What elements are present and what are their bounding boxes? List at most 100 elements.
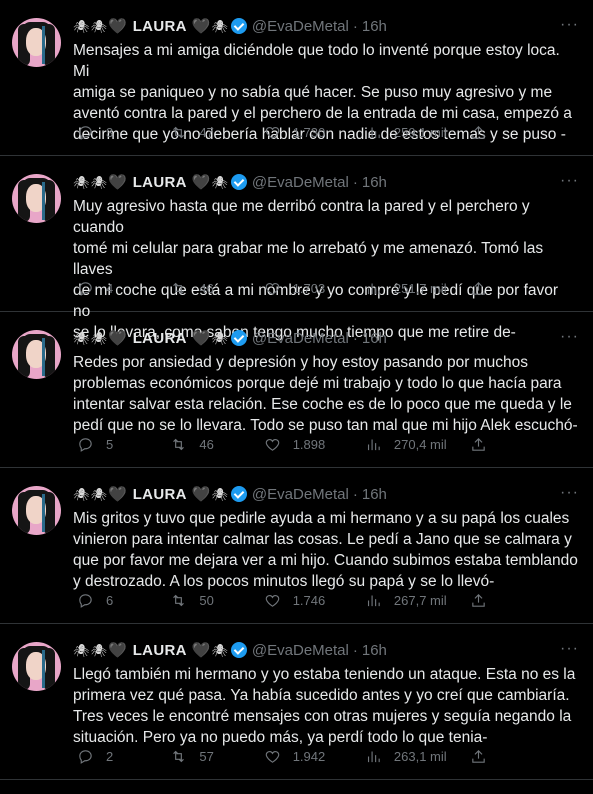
- like-count: 1.898: [292, 437, 326, 452]
- separator-dot: ·: [352, 329, 358, 347]
- tweet-text: Llegó también mi hermano y yo estaba ten…: [73, 666, 576, 746]
- views-chart-icon: [367, 595, 380, 607]
- heart-icon: [265, 282, 279, 295]
- share-button[interactable]: [470, 436, 487, 453]
- tweet[interactable]: 🕷 🕷 🖤 LAURA 🖤 🕷 @EvaDeMetal · 16h ··· Re…: [0, 312, 593, 468]
- tweet-text: Redes por ansiedad y depresión y hoy est…: [73, 354, 578, 434]
- timestamp[interactable]: 16h: [362, 330, 387, 347]
- retweet-count: 50: [199, 593, 214, 608]
- user-handle[interactable]: @EvaDeMetal: [252, 174, 349, 191]
- like-count: 1.942: [292, 749, 326, 764]
- share-button[interactable]: [470, 748, 487, 765]
- views-chart-icon: [367, 751, 380, 763]
- tweet-header: 🕷 🕷 🖤 LAURA 🖤 🕷 @EvaDeMetal · 16h ···: [73, 328, 579, 348]
- view-count: 263,1 mil: [393, 749, 447, 764]
- heart-icon: [265, 750, 279, 763]
- reply-button[interactable]: 3: [77, 124, 170, 141]
- black-heart-icon: 🖤: [108, 173, 127, 191]
- share-button[interactable]: [470, 280, 487, 297]
- user-handle[interactable]: @EvaDeMetal: [252, 18, 349, 35]
- reply-icon: [79, 126, 92, 140]
- black-heart-icon: 🖤: [191, 485, 211, 503]
- verified-badge-icon: [230, 642, 247, 658]
- more-options-icon[interactable]: ···: [560, 484, 579, 502]
- heart-icon: [265, 594, 279, 607]
- avatar[interactable]: [12, 18, 61, 67]
- tweet-header: 🕷 🕷 🖤 LAURA 🖤 🕷 @EvaDeMetal · 16h ···: [73, 16, 579, 36]
- more-options-icon[interactable]: ···: [560, 640, 579, 658]
- black-heart-icon: 🖤: [191, 641, 211, 659]
- spider-icon: 🕷: [211, 486, 228, 502]
- more-options-icon[interactable]: ···: [560, 172, 579, 190]
- views-button[interactable]: 270,4 mil: [365, 436, 470, 453]
- user-handle[interactable]: @EvaDeMetal: [252, 486, 349, 503]
- display-name[interactable]: LAURA: [133, 330, 187, 347]
- heart-icon: [265, 126, 279, 139]
- reply-count: 4: [106, 281, 114, 296]
- spider-icon: 🕷: [211, 18, 228, 34]
- tweet-content: 🕷 🕷 🖤 LAURA 🖤 🕷 @EvaDeMetal · 16h ··· Ll…: [73, 640, 579, 748]
- views-chart-icon: [367, 439, 380, 451]
- user-handle[interactable]: @EvaDeMetal: [252, 642, 349, 659]
- view-count: 251,7 mil: [393, 281, 447, 296]
- views-button[interactable]: 259,1 mil: [365, 124, 470, 141]
- reply-button[interactable]: 5: [77, 436, 170, 453]
- retweet-button[interactable]: 46: [170, 280, 263, 297]
- reply-button[interactable]: 4: [77, 280, 170, 297]
- tweet-content: 🕷 🕷 🖤 LAURA 🖤 🕷 @EvaDeMetal · 16h ··· Re…: [73, 328, 579, 436]
- black-heart-icon: 🖤: [191, 17, 211, 35]
- display-name[interactable]: LAURA: [133, 18, 187, 35]
- share-icon: [472, 750, 485, 763]
- avatar[interactable]: [12, 642, 61, 691]
- views-button[interactable]: 251,7 mil: [365, 280, 470, 297]
- separator-dot: ·: [352, 641, 358, 659]
- retweet-button[interactable]: 50: [170, 592, 263, 609]
- display-name[interactable]: LAURA: [133, 642, 187, 659]
- views-chart-icon: [367, 127, 380, 139]
- timestamp[interactable]: 16h: [362, 486, 387, 503]
- tweet[interactable]: 🕷 🕷 🖤 LAURA 🖤 🕷 @EvaDeMetal · 16h ··· Ll…: [0, 624, 593, 780]
- tweet-actions: 4 46 1.703 251,7 mil: [77, 280, 487, 297]
- spider-icon: 🕷: [90, 18, 108, 34]
- timestamp[interactable]: 16h: [362, 174, 387, 191]
- views-button[interactable]: 267,7 mil: [365, 592, 470, 609]
- retweet-button[interactable]: 47: [170, 124, 263, 141]
- spider-icon: 🕷: [73, 18, 90, 34]
- more-options-icon[interactable]: ···: [560, 16, 579, 34]
- reply-icon: [79, 282, 92, 296]
- display-name[interactable]: LAURA: [133, 174, 187, 191]
- retweet-button[interactable]: 46: [170, 436, 263, 453]
- like-button[interactable]: 1.746: [264, 592, 365, 609]
- reply-button[interactable]: 2: [77, 748, 170, 765]
- like-button[interactable]: 1.730: [264, 124, 365, 141]
- reply-button[interactable]: 6: [77, 592, 170, 609]
- avatar[interactable]: [12, 486, 61, 535]
- views-button[interactable]: 263,1 mil: [365, 748, 470, 765]
- reply-icon: [79, 438, 92, 452]
- display-name[interactable]: LAURA: [133, 486, 187, 503]
- user-handle[interactable]: @EvaDeMetal: [252, 330, 349, 347]
- retweet-button[interactable]: 57: [170, 748, 263, 765]
- tweet[interactable]: 🕷 🕷 🖤 LAURA 🖤 🕷 @EvaDeMetal · 16h ··· Mi…: [0, 468, 593, 624]
- like-button[interactable]: 1.942: [264, 748, 365, 765]
- spider-icon: 🕷: [73, 174, 90, 190]
- tweet[interactable]: 🕷 🕷 🖤 LAURA 🖤 🕷 @EvaDeMetal · 16h ··· Mu…: [0, 156, 593, 341]
- timeline: 🕷 🕷 🖤 LAURA 🖤 🕷 @EvaDeMetal · 16h ··· Me…: [0, 0, 593, 780]
- tweet-actions: 2 57 1.942 263,1 mil: [77, 748, 487, 765]
- tweet-header: 🕷 🕷 🖤 LAURA 🖤 🕷 @EvaDeMetal · 16h ···: [73, 640, 579, 660]
- timestamp[interactable]: 16h: [362, 642, 387, 659]
- timestamp[interactable]: 16h: [362, 18, 387, 35]
- like-button[interactable]: 1.703: [264, 280, 365, 297]
- verified-badge-icon: [230, 18, 247, 34]
- share-button[interactable]: [470, 592, 487, 609]
- avatar[interactable]: [12, 174, 61, 223]
- spider-icon: 🕷: [90, 486, 108, 502]
- avatar[interactable]: [12, 330, 61, 379]
- retweet-count: 57: [199, 749, 214, 764]
- like-button[interactable]: 1.898: [264, 436, 365, 453]
- reply-icon: [79, 750, 92, 764]
- tweet[interactable]: 🕷 🕷 🖤 LAURA 🖤 🕷 @EvaDeMetal · 16h ··· Me…: [0, 0, 593, 156]
- share-button[interactable]: [470, 124, 487, 141]
- tweet-header: 🕷 🕷 🖤 LAURA 🖤 🕷 @EvaDeMetal · 16h ···: [73, 484, 579, 504]
- more-options-icon[interactable]: ···: [560, 328, 579, 346]
